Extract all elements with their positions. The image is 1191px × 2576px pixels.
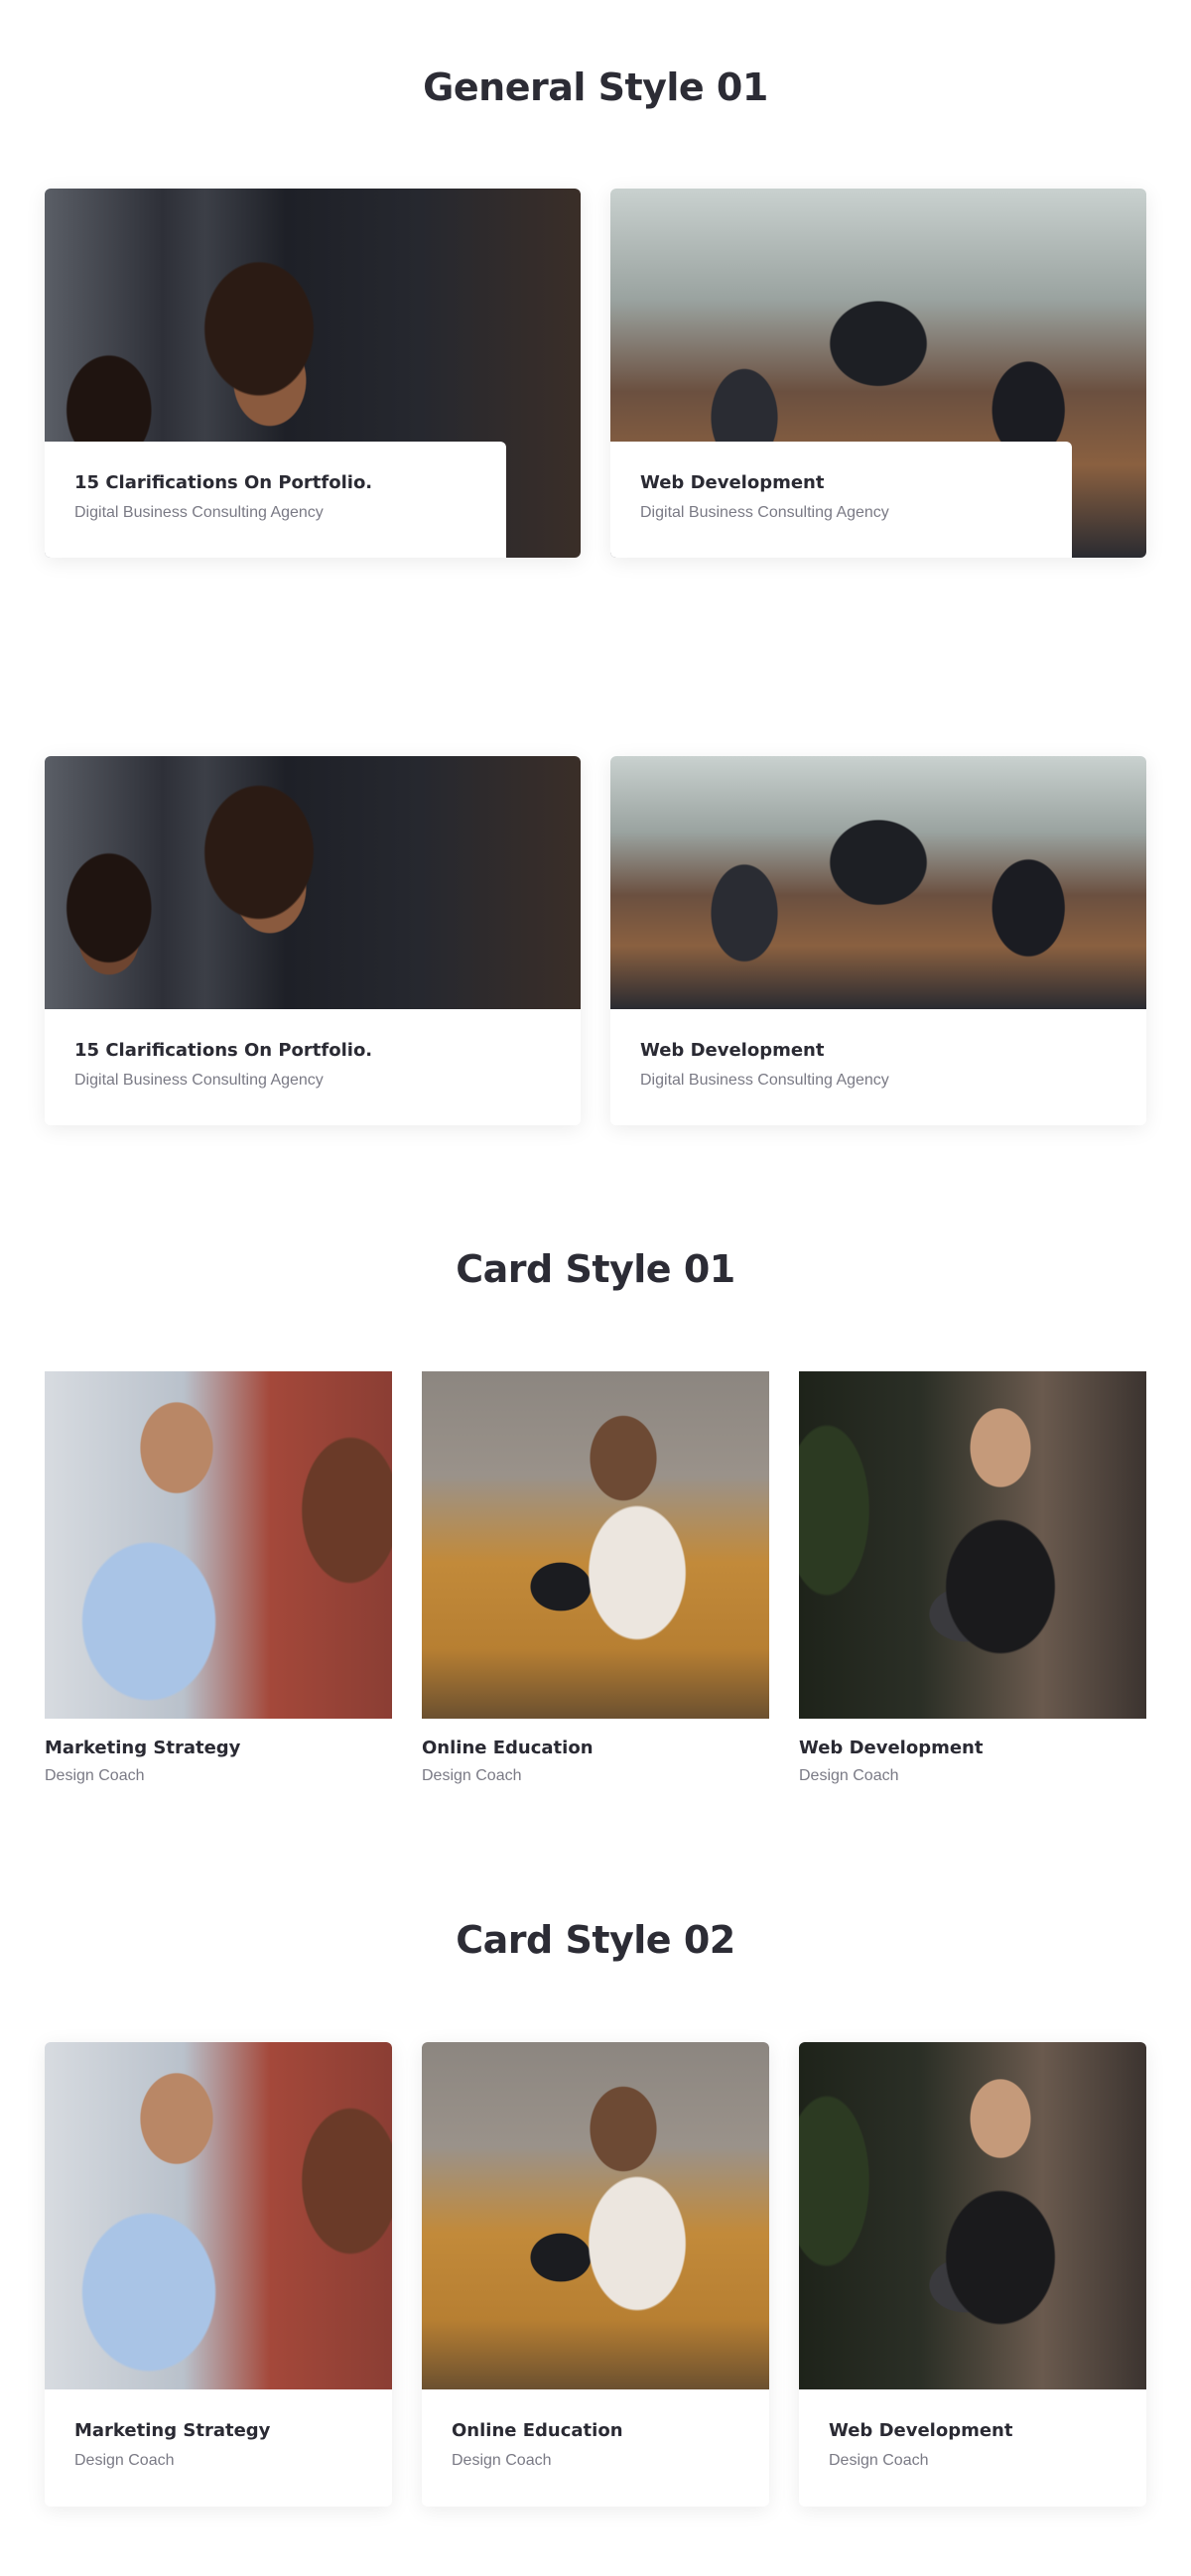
woman-on-sofa-photo [422, 1371, 769, 1719]
card-subtitle: Digital Business Consulting Agency [640, 504, 889, 521]
service-card[interactable]: Marketing Strategy Design Coach [45, 1371, 392, 1786]
card-title[interactable]: Web Development [829, 2419, 1117, 2443]
woman-on-sofa-photo [422, 2042, 769, 2389]
service-card[interactable]: Online Education Design Coach [422, 1371, 769, 1786]
card-title[interactable]: 15 Clarifications On Portfolio. [74, 1039, 551, 1063]
card-caption: 15 Clarifications On Portfolio. Digital … [45, 1009, 581, 1125]
card-caption: Online Education Design Coach [422, 2389, 769, 2501]
service-card[interactable]: Web Development Design Coach [799, 2042, 1146, 2507]
card-caption: Marketing Strategy Design Coach [45, 2389, 392, 2501]
portfolio-card[interactable]: Web Development Digital Business Consult… [610, 756, 1146, 1125]
card-title[interactable]: Web Development [640, 471, 1042, 495]
card-title[interactable]: Marketing Strategy [74, 2419, 362, 2443]
card-title[interactable]: Online Education [452, 2419, 739, 2443]
portfolio-card[interactable]: Web Development Digital Business Consult… [610, 189, 1146, 558]
woman-with-laptop-photo [799, 1371, 1146, 1719]
section-title-card-style-01: Card Style 01 [456, 1247, 735, 1291]
men-working-at-laptop-photo [610, 756, 1146, 1009]
card-title[interactable]: Marketing Strategy [45, 1737, 392, 1760]
card-caption: 15 Clarifications On Portfolio. Digital … [45, 442, 506, 558]
service-card[interactable]: Web Development Design Coach [799, 1371, 1146, 1786]
service-card[interactable]: Marketing Strategy Design Coach [45, 2042, 392, 2507]
card-caption: Web Development Digital Business Consult… [610, 442, 1072, 558]
man-with-tablet-photo [45, 1371, 392, 1719]
card-subtitle: Design Coach [422, 1767, 522, 1784]
portfolio-card[interactable]: 15 Clarifications On Portfolio. Digital … [45, 756, 581, 1125]
section-title-card-style-02: Card Style 02 [456, 1918, 735, 1962]
card-title[interactable]: Web Development [640, 1039, 1117, 1063]
woman-with-laptop-photo [799, 2042, 1146, 2389]
card-subtitle: Digital Business Consulting Agency [640, 1072, 889, 1089]
card-title[interactable]: Online Education [422, 1737, 769, 1760]
two-women-smiling-photo [45, 756, 581, 1009]
card-subtitle: Design Coach [452, 2452, 552, 2469]
card-subtitle: Design Coach [45, 1767, 145, 1784]
man-with-tablet-photo [45, 2042, 392, 2389]
portfolio-card[interactable]: 15 Clarifications On Portfolio. Digital … [45, 189, 581, 558]
card-subtitle: Digital Business Consulting Agency [74, 504, 324, 521]
card-caption: Web Development Design Coach [799, 2389, 1146, 2501]
card-title[interactable]: Web Development [799, 1737, 1146, 1760]
card-title[interactable]: 15 Clarifications On Portfolio. [74, 471, 476, 495]
card-subtitle: Digital Business Consulting Agency [74, 1072, 324, 1089]
card-subtitle: Design Coach [829, 2452, 929, 2469]
card-subtitle: Design Coach [799, 1767, 899, 1784]
card-caption: Web Development Digital Business Consult… [610, 1009, 1146, 1125]
service-card[interactable]: Online Education Design Coach [422, 2042, 769, 2507]
section-title-general-style: General Style 01 [423, 65, 768, 109]
card-subtitle: Design Coach [74, 2452, 175, 2469]
